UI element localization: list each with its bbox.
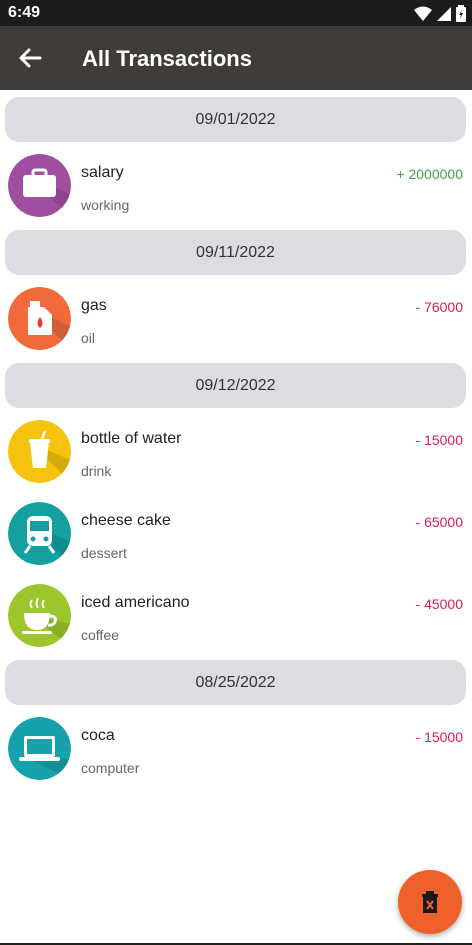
- transaction-item[interactable]: cheese cake dessert - 65000: [0, 490, 472, 572]
- drink-cup-icon: [8, 420, 71, 483]
- transaction-title: cheese cake: [81, 512, 171, 529]
- date-header: 09/11/2022: [5, 230, 466, 275]
- transaction-amount: - 45000: [415, 596, 463, 612]
- wifi-icon: [414, 6, 432, 21]
- status-bar: 6:49: [0, 0, 472, 26]
- transaction-category: dessert: [81, 545, 127, 561]
- date-header: 09/12/2022: [5, 363, 466, 408]
- transaction-item[interactable]: gas oil - 76000: [0, 275, 472, 357]
- transaction-item[interactable]: coca computer - 15000: [0, 705, 472, 787]
- transaction-amount: - 76000: [415, 299, 463, 315]
- train-icon: [8, 502, 71, 565]
- date-header: 08/25/2022: [5, 660, 466, 705]
- back-button[interactable]: [14, 42, 46, 74]
- transaction-title: salary: [81, 164, 124, 181]
- signal-icon: [437, 6, 451, 21]
- battery-icon: [456, 5, 466, 22]
- delete-icon: [422, 891, 438, 913]
- app-bar: All Transactions: [0, 26, 472, 90]
- transaction-category: drink: [81, 463, 112, 479]
- status-icons: [414, 5, 466, 22]
- transaction-amount: - 65000: [415, 514, 463, 530]
- transaction-item[interactable]: iced americano coffee - 45000: [0, 572, 472, 654]
- status-time: 6:49: [8, 4, 41, 21]
- transaction-list: 09/01/2022 salary working + 2000000 09/1…: [0, 91, 472, 787]
- transaction-title: iced americano: [81, 594, 190, 611]
- transaction-category: working: [81, 197, 130, 213]
- back-arrow-icon: [19, 48, 42, 68]
- transaction-category: oil: [81, 330, 96, 346]
- page-title: All Transactions: [82, 46, 252, 71]
- transaction-amount: - 15000: [415, 432, 463, 448]
- date-header: 09/01/2022: [5, 97, 466, 142]
- transaction-title: gas: [81, 297, 107, 314]
- fuel-can-icon: [8, 287, 71, 350]
- transaction-title: coca: [81, 727, 115, 744]
- coffee-cup-icon: [8, 584, 71, 647]
- transaction-item[interactable]: bottle of water drink - 15000: [0, 408, 472, 490]
- transaction-category: coffee: [81, 627, 119, 643]
- transaction-category: computer: [81, 760, 140, 776]
- laptop-icon: [8, 717, 71, 780]
- transaction-item[interactable]: salary working + 2000000: [0, 142, 472, 224]
- transaction-amount: - 15000: [415, 729, 463, 745]
- briefcase-icon: [8, 154, 71, 217]
- transaction-title: bottle of water: [81, 430, 182, 447]
- transaction-amount: + 2000000: [396, 166, 463, 182]
- delete-all-button[interactable]: [398, 870, 462, 934]
